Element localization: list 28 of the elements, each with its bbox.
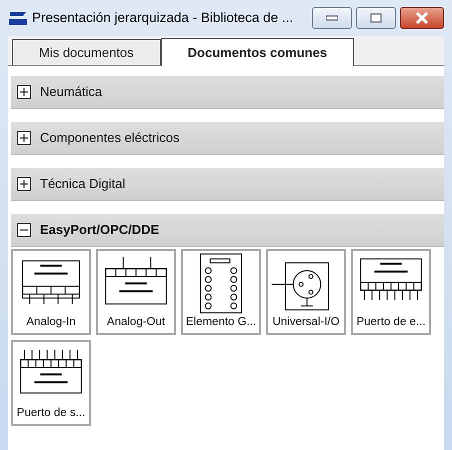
- section-title: Técnica Digital: [40, 175, 126, 194]
- close-button[interactable]: [400, 7, 444, 29]
- tab[interactable]: Mis documentos: [12, 39, 161, 65]
- minimize-icon: [326, 15, 338, 21]
- section-title: EasyPort/OPC/DDE: [40, 221, 160, 240]
- section-header[interactable]: Componentes eléctricos: [11, 122, 444, 155]
- library-item[interactable]: Analog-Out: [96, 249, 176, 335]
- library-item[interactable]: Analog-In: [11, 249, 91, 335]
- close-icon: [415, 12, 429, 24]
- section-header[interactable]: Técnica Digital: [11, 168, 444, 201]
- logo-icon: [8, 9, 28, 27]
- expand-icon[interactable]: [17, 177, 31, 191]
- expand-icon[interactable]: [17, 85, 31, 99]
- minimize-button[interactable]: [312, 7, 352, 29]
- collapse-icon[interactable]: [17, 223, 31, 237]
- library-item[interactable]: Puerto de s...: [11, 340, 91, 426]
- library-item[interactable]: Puerto de e...: [351, 249, 431, 335]
- maximize-icon: [370, 13, 382, 23]
- library-item[interactable]: Elemento G...: [181, 249, 261, 335]
- section-header[interactable]: Neumática: [11, 76, 444, 109]
- section-header[interactable]: EasyPort/OPC/DDE: [11, 214, 444, 247]
- maximize-button[interactable]: [356, 7, 396, 29]
- window-title: Presentación jerarquizada - Biblioteca de ...: [32, 8, 294, 27]
- tab[interactable]: Documentos comunes: [160, 38, 354, 66]
- section-title: Componentes eléctricos: [40, 129, 180, 148]
- library-item[interactable]: Universal-I/O: [266, 249, 346, 335]
- section-title: Neumática: [40, 83, 102, 102]
- expand-icon[interactable]: [17, 131, 31, 145]
